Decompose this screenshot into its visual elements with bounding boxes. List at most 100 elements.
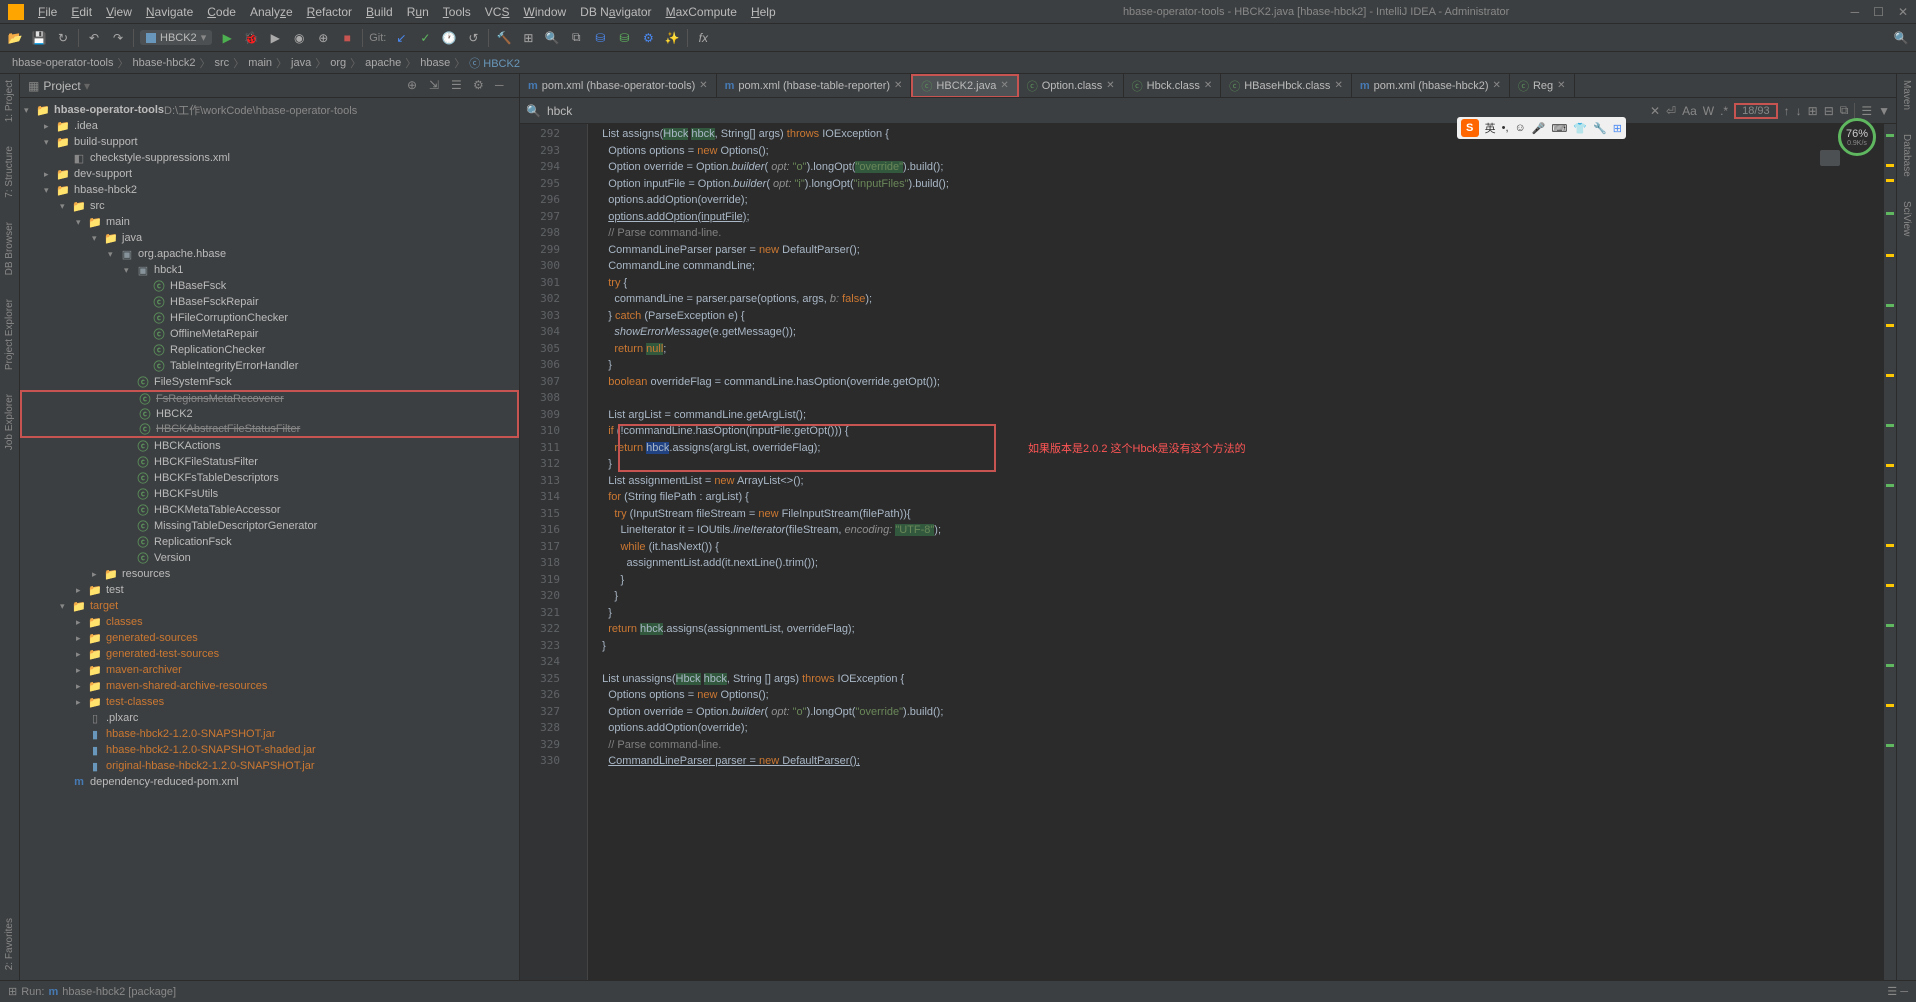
filter-icon[interactable]: ▼: [1878, 104, 1890, 118]
undo-icon[interactable]: ↶: [85, 29, 103, 47]
attach-icon[interactable]: ⊕: [314, 29, 332, 47]
stop-icon[interactable]: ■: [338, 29, 356, 47]
ime-tool-icon[interactable]: 🔧: [1593, 122, 1607, 135]
tree-item[interactable]: ▸📁maven-archiver: [20, 662, 519, 678]
search-input[interactable]: [547, 104, 1644, 118]
tool-sciview[interactable]: SciView: [1901, 199, 1912, 238]
hammer-icon[interactable]: 🔨: [495, 29, 513, 47]
menu-vcs[interactable]: VCS: [479, 3, 516, 21]
tab-close-icon[interactable]: ✕: [894, 80, 902, 91]
crumb-0[interactable]: hbase-operator-tools: [8, 57, 118, 69]
tree-item[interactable]: ⓒHBCK2: [20, 406, 519, 422]
menu-analyze[interactable]: Analyze: [244, 3, 299, 21]
tab-close-icon[interactable]: ✕: [1557, 80, 1565, 91]
structure-icon[interactable]: ⊞: [519, 29, 537, 47]
redo-icon[interactable]: ↷: [109, 29, 127, 47]
git-rollback-icon[interactable]: ↺: [464, 29, 482, 47]
menu-help[interactable]: Help: [745, 3, 782, 21]
fx-icon[interactable]: fx: [694, 29, 712, 47]
menu-window[interactable]: Window: [517, 3, 572, 21]
save-icon[interactable]: 💾: [30, 29, 48, 47]
profile-icon[interactable]: ◉: [290, 29, 308, 47]
menu-build[interactable]: Build: [360, 3, 399, 21]
git-commit-icon[interactable]: ✓: [416, 29, 434, 47]
tool-database[interactable]: Database: [1901, 132, 1912, 179]
case-icon[interactable]: Aa: [1682, 104, 1697, 118]
tree-item[interactable]: ⓒMissingTableDescriptorGenerator: [20, 518, 519, 534]
ime-grid-icon[interactable]: ⊞: [1613, 122, 1622, 135]
tab-close-icon[interactable]: ✕: [1493, 80, 1501, 91]
tree-item[interactable]: ▯.plxarc: [20, 710, 519, 726]
tree-item[interactable]: ▸📁generated-test-sources: [20, 646, 519, 662]
editor-tab[interactable]: ⓒOption.class✕: [1019, 74, 1124, 98]
tree-item[interactable]: ▾▣org.apache.hbase: [20, 246, 519, 262]
tree-item[interactable]: ▸📁.idea: [20, 118, 519, 134]
refresh-icon[interactable]: ↻: [54, 29, 72, 47]
status-gear-icon[interactable]: ☰ ─: [1887, 985, 1908, 998]
collapse-icon[interactable]: ☰: [451, 78, 467, 94]
tool-window-icon[interactable]: ⊞: [8, 985, 17, 998]
tree-item[interactable]: ▮hbase-hbck2-1.2.0-SNAPSHOT.jar: [20, 726, 519, 742]
tree-item[interactable]: ⓒReplicationChecker: [20, 342, 519, 358]
editor-tab[interactable]: ⓒHBaseHbck.class✕: [1221, 74, 1352, 98]
tree-item[interactable]: ▮hbase-hbck2-1.2.0-SNAPSHOT-shaded.jar: [20, 742, 519, 758]
ime-toolbar[interactable]: S 英 •, ☺ 🎤 ⌨ 👕 🔧 ⊞: [1457, 117, 1626, 139]
tool-project-explorer[interactable]: Project Explorer: [4, 297, 15, 372]
clear-search-icon[interactable]: ✕: [1650, 104, 1660, 118]
minimize-icon[interactable]: ─: [1851, 5, 1860, 19]
crumb-7[interactable]: hbase: [416, 57, 454, 69]
tree-item[interactable]: ⓒFileSystemFsck: [20, 374, 519, 390]
open-icon[interactable]: 📂: [6, 29, 24, 47]
add-selection-icon[interactable]: ⊟: [1824, 104, 1834, 118]
tree-item[interactable]: ⓒHBCKFsUtils: [20, 486, 519, 502]
tree-item[interactable]: ⓒTableIntegrityErrorHandler: [20, 358, 519, 374]
tree-item[interactable]: ⓒHBaseFsckRepair: [20, 294, 519, 310]
menu-dbnav[interactable]: DB Navigator: [574, 3, 657, 21]
editor-tab[interactable]: ⓒReg✕: [1510, 74, 1575, 98]
select-opened-icon[interactable]: ⊕: [407, 78, 423, 94]
ime-lang[interactable]: 英: [1485, 120, 1496, 136]
tree-item[interactable]: ▸📁generated-sources: [20, 630, 519, 646]
menu-file[interactable]: File: [32, 3, 63, 21]
crumb-4[interactable]: java: [287, 57, 315, 69]
find-all-icon[interactable]: ⧉: [1840, 103, 1849, 118]
tree-item[interactable]: ▸📁dev-support: [20, 166, 519, 182]
db-icon[interactable]: ⛁: [591, 29, 609, 47]
close-icon[interactable]: ✕: [1898, 5, 1908, 19]
word-icon[interactable]: W: [1703, 104, 1714, 118]
expand-icon[interactable]: ⇲: [429, 78, 445, 94]
regex-icon[interactable]: .*: [1720, 104, 1728, 118]
settings-icon[interactable]: ⚙: [639, 29, 657, 47]
project-tree[interactable]: ▾📁hbase-operator-tools D:\工作\workCode\hb…: [20, 98, 519, 980]
menu-refactor[interactable]: Refactor: [301, 3, 358, 21]
tree-item[interactable]: ▾📁hbase-hbck2: [20, 182, 519, 198]
ime-keyboard-icon[interactable]: ⌨: [1551, 122, 1567, 135]
hide-icon[interactable]: ─: [495, 78, 511, 94]
settings2-icon[interactable]: ☰: [1861, 104, 1872, 118]
editor-tab[interactable]: mpom.xml (hbase-hbck2)✕: [1352, 74, 1510, 98]
float-side-button[interactable]: [1820, 150, 1840, 166]
tool-dbbrowser[interactable]: DB Browser: [4, 220, 15, 277]
tab-close-icon[interactable]: ✕: [1334, 80, 1342, 91]
tree-item[interactable]: ▸📁test-classes: [20, 694, 519, 710]
tree-item[interactable]: mdependency-reduced-pom.xml: [20, 774, 519, 790]
menu-edit[interactable]: Edit: [65, 3, 98, 21]
select-all-icon[interactable]: ⊞: [1808, 104, 1818, 118]
git-history-icon[interactable]: 🕐: [440, 29, 458, 47]
tree-item[interactable]: ▸📁test: [20, 582, 519, 598]
run-icon[interactable]: ▶: [218, 29, 236, 47]
tab-close-icon[interactable]: ✕: [1204, 80, 1212, 91]
gear-icon[interactable]: ⚙: [473, 78, 489, 94]
tree-item[interactable]: ▸📁maven-shared-archive-resources: [20, 678, 519, 694]
error-markers[interactable]: [1884, 124, 1896, 980]
tree-item[interactable]: ⓒHBCKMetaTableAccessor: [20, 502, 519, 518]
menu-maxcompute[interactable]: MaxCompute: [660, 3, 743, 21]
tab-close-icon[interactable]: ✕: [1000, 80, 1008, 91]
tree-item[interactable]: ▸📁classes: [20, 614, 519, 630]
crumb-8[interactable]: ⓒ HBCK2: [465, 55, 524, 71]
ime-skin-icon[interactable]: 👕: [1573, 122, 1587, 135]
crumb-1[interactable]: hbase-hbck2: [129, 57, 200, 69]
tree-item[interactable]: ▾📁java: [20, 230, 519, 246]
debug-icon[interactable]: 🐞: [242, 29, 260, 47]
tab-close-icon[interactable]: ✕: [1106, 80, 1114, 91]
